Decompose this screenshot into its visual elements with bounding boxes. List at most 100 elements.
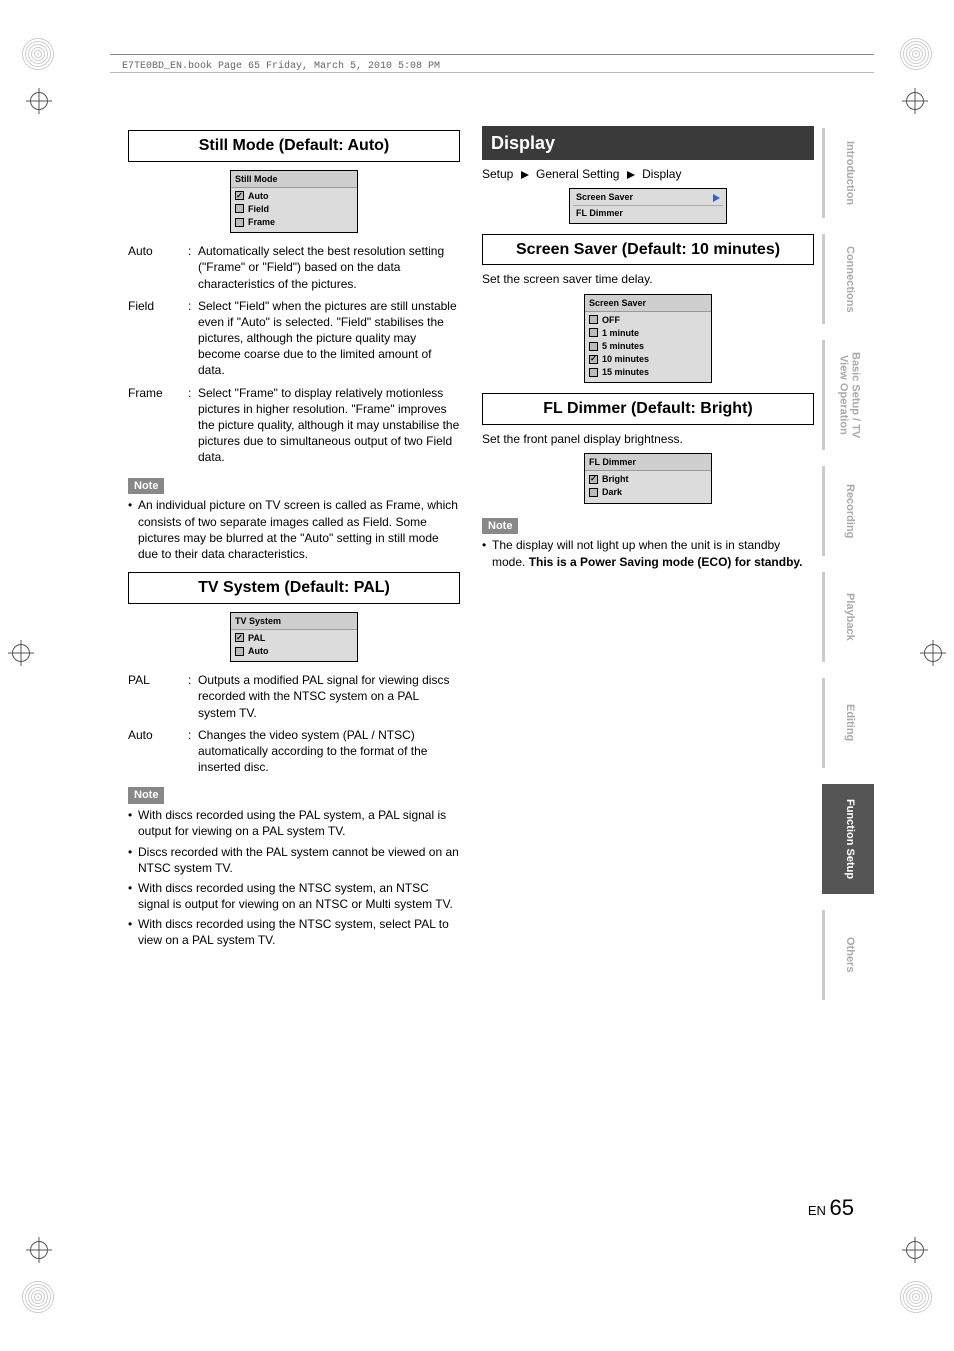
- definition-row: Field:Select "Field" when the pictures a…: [128, 298, 460, 379]
- menu-option-label: Auto: [248, 190, 269, 202]
- breadcrumb: Setup General Setting Display: [482, 166, 814, 182]
- definition-row: PAL:Outputs a modified PAL signal for vi…: [128, 672, 460, 721]
- screen-saver-lead: Set the screen saver time delay.: [482, 271, 814, 287]
- breadcrumb-item: General Setting: [536, 167, 619, 181]
- display-panel-item-label: FL Dimmer: [576, 207, 623, 219]
- registration-mark-icon: [902, 88, 928, 114]
- sidebar-tab: Playback: [822, 572, 874, 662]
- definition-term: Auto: [128, 243, 188, 292]
- page-number-value: 65: [830, 1195, 854, 1220]
- ornament-icon: [20, 1279, 56, 1315]
- menu-option: Auto: [234, 645, 354, 657]
- fl-dimmer-lead: Set the front panel display brightness.: [482, 431, 814, 447]
- menu-option: 5 minutes: [588, 340, 708, 352]
- tv-system-menu: TV System ✓PALAuto: [230, 612, 358, 662]
- note-item: With discs recorded using the NTSC syste…: [128, 880, 460, 912]
- fl-dimmer-heading: FL Dimmer (Default: Bright): [482, 393, 814, 425]
- crop-header-text: E7TE0BD_EN.book Page 65 Friday, March 5,…: [122, 60, 440, 74]
- note-label: Note: [128, 787, 164, 804]
- breadcrumb-item: Display: [642, 167, 681, 181]
- note-item: An individual picture on TV screen is ca…: [128, 497, 460, 562]
- display-panel-item-label: Screen Saver: [576, 191, 633, 203]
- checkbox-icon: ✓: [589, 475, 598, 484]
- checkbox-icon: ✓: [235, 191, 244, 200]
- menu-option-label: Bright: [602, 473, 629, 485]
- definition-term: Frame: [128, 385, 188, 466]
- play-right-icon: [713, 194, 720, 202]
- crop-rule-top: [110, 54, 874, 55]
- note-item: Discs recorded with the PAL system canno…: [128, 844, 460, 876]
- definition-term: Auto: [128, 727, 188, 776]
- definition-row: Auto:Automatically select the best resol…: [128, 243, 460, 292]
- arrow-right-icon: [627, 171, 635, 179]
- note-item: The display will not light up when the u…: [482, 537, 814, 569]
- display-panel: Screen Saver FL Dimmer: [569, 188, 727, 223]
- ornament-icon: [898, 1279, 934, 1315]
- note-text-bold: This is a Power Saving mode (ECO) for st…: [529, 555, 803, 569]
- still-mode-menu-title: Still Mode: [231, 171, 357, 188]
- checkbox-icon: ✓: [235, 633, 244, 642]
- breadcrumb-item: Setup: [482, 167, 513, 181]
- colon: :: [188, 298, 198, 379]
- checkbox-icon: [235, 218, 244, 227]
- sidebar-tab: Connections: [822, 234, 874, 324]
- tv-system-heading: TV System (Default: PAL): [128, 572, 460, 604]
- definition-desc: Automatically select the best resolution…: [198, 243, 460, 292]
- ornament-icon: [898, 36, 934, 72]
- page-lang: EN: [808, 1203, 826, 1218]
- registration-mark-icon: [8, 640, 34, 666]
- sidebar-tab: Basic Setup / TV View Operation: [822, 340, 874, 450]
- ornament-icon: [20, 36, 56, 72]
- menu-option: 15 minutes: [588, 366, 708, 378]
- sidebar-tab: Function Setup: [822, 784, 874, 894]
- display-heading: Display: [482, 126, 814, 160]
- definition-term: Field: [128, 298, 188, 379]
- menu-option-label: Frame: [248, 216, 275, 228]
- sidebar-tab: Recording: [822, 466, 874, 556]
- registration-mark-icon: [26, 1237, 52, 1263]
- screen-saver-menu-title: Screen Saver: [585, 295, 711, 312]
- checkbox-icon: [589, 328, 598, 337]
- definition-term: PAL: [128, 672, 188, 721]
- checkbox-icon: [589, 315, 598, 324]
- screen-saver-heading: Screen Saver (Default: 10 minutes): [482, 234, 814, 266]
- menu-option-label: 10 minutes: [602, 353, 649, 365]
- menu-option-label: Field: [248, 203, 269, 215]
- checkbox-icon: [589, 488, 598, 497]
- menu-option-label: 15 minutes: [602, 366, 649, 378]
- menu-option-label: Auto: [248, 645, 269, 657]
- colon: :: [188, 385, 198, 466]
- display-panel-row: Screen Saver: [573, 190, 723, 205]
- checkbox-icon: ✓: [589, 355, 598, 364]
- registration-mark-icon: [26, 88, 52, 114]
- display-panel-row: FL Dimmer: [573, 206, 723, 220]
- still-mode-heading: Still Mode (Default: Auto): [128, 130, 460, 162]
- sidebar-tab: Editing: [822, 678, 874, 768]
- tv-system-menu-title: TV System: [231, 613, 357, 630]
- definition-desc: Changes the video system (PAL / NTSC) au…: [198, 727, 460, 776]
- note-label: Note: [482, 518, 518, 535]
- menu-option: Field: [234, 203, 354, 215]
- arrow-right-icon: [521, 171, 529, 179]
- menu-option: OFF: [588, 314, 708, 326]
- checkbox-icon: [235, 647, 244, 656]
- definition-row: Frame:Select "Frame" to display relative…: [128, 385, 460, 466]
- registration-mark-icon: [902, 1237, 928, 1263]
- menu-option: ✓ Auto: [234, 190, 354, 202]
- note-item: With discs recorded using the NTSC syste…: [128, 916, 460, 948]
- checkbox-icon: [589, 342, 598, 351]
- menu-option: Dark: [588, 486, 708, 498]
- checkbox-icon: [589, 368, 598, 377]
- still-mode-menu: Still Mode ✓ AutoFieldFrame: [230, 170, 358, 234]
- definition-desc: Select "Field" when the pictures are sti…: [198, 298, 460, 379]
- colon: :: [188, 243, 198, 292]
- definition-desc: Select "Frame" to display relatively mot…: [198, 385, 460, 466]
- menu-option-label: OFF: [602, 314, 620, 326]
- menu-option: 1 minute: [588, 327, 708, 339]
- menu-option: ✓ Bright: [588, 473, 708, 485]
- menu-option: ✓ 10 minutes: [588, 353, 708, 365]
- menu-option: ✓PAL: [234, 632, 354, 644]
- sidebar-tab: Others: [822, 910, 874, 1000]
- menu-option-label: Dark: [602, 486, 622, 498]
- checkbox-icon: [235, 204, 244, 213]
